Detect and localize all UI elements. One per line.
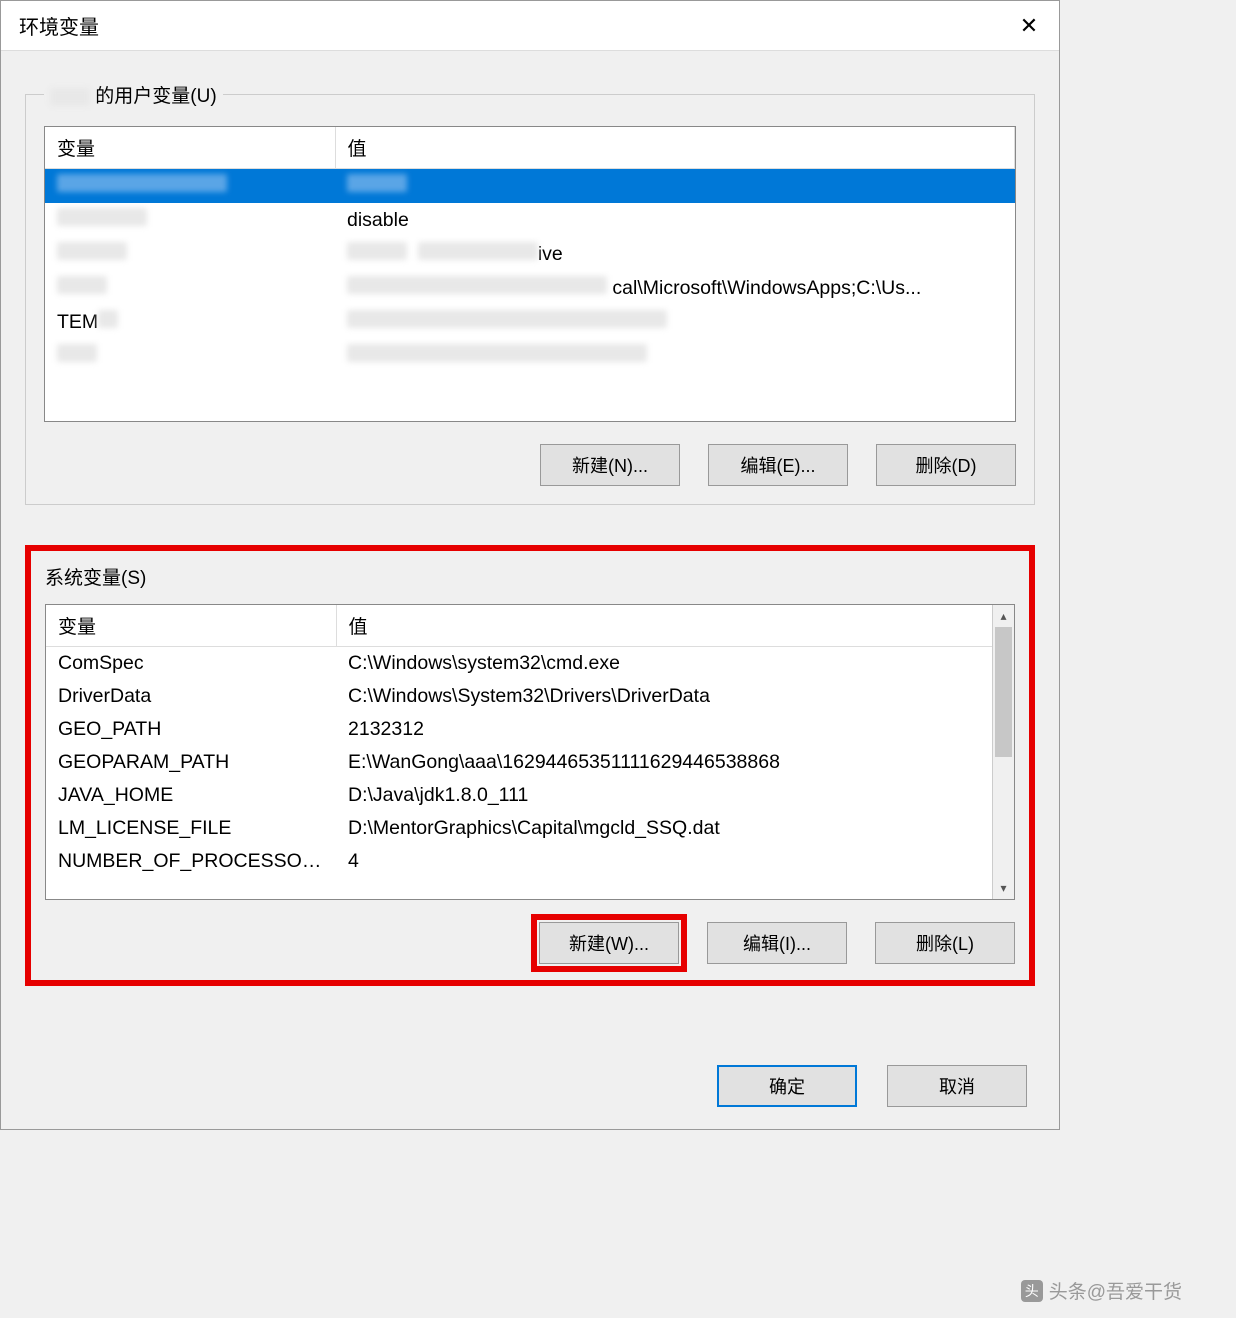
system-vars-table[interactable]: 变量 值 ComSpecC:\Windows\system32\cmd.exeD… (45, 604, 1015, 900)
cell-value: E:\WanGong\aaa\1629446535111162944653886… (336, 746, 1014, 779)
system-edit-button[interactable]: 编辑(I)... (707, 922, 847, 964)
cell-variable: GEOPARAM_PATH (46, 746, 336, 779)
titlebar: 环境变量 ✕ (1, 1, 1059, 51)
table-header-row: 变量 值 (45, 127, 1015, 169)
user-new-button[interactable]: 新建(N)... (540, 444, 680, 486)
table-row[interactable]: LM_LICENSE_FILED:\MentorGraphics\Capital… (46, 812, 1014, 845)
table-row[interactable]: GEOPARAM_PATHE:\WanGong\aaa\162944653511… (46, 746, 1014, 779)
cell-variable: JAVA_HOME (46, 779, 336, 812)
col-value[interactable]: 值 (336, 605, 1014, 647)
cell-value: C:\Windows\system32\cmd.exe (336, 647, 1014, 681)
scroll-up-icon[interactable]: ▴ (993, 605, 1014, 627)
cell-variable: DriverData (46, 680, 336, 713)
close-button[interactable]: ✕ (999, 1, 1059, 51)
table-row[interactable]: ive (45, 237, 1015, 271)
table-row[interactable]: GEO_PATH2132312 (46, 713, 1014, 746)
cell-variable: NUMBER_OF_PROCESSORS (46, 845, 336, 878)
table-header-row: 变量 值 (46, 605, 1014, 647)
cell-variable: LM_LICENSE_FILE (46, 812, 336, 845)
cell-value: 4 (336, 845, 1014, 878)
table-row[interactable]: ComSpecC:\Windows\system32\cmd.exe (46, 647, 1014, 681)
cell-value: D:\Java\jdk1.8.0_111 (336, 779, 1014, 812)
col-variable[interactable]: 变量 (46, 605, 336, 647)
user-delete-button[interactable]: 删除(D) (876, 444, 1016, 486)
table-row[interactable]: NUMBER_OF_PROCESSORS4 (46, 845, 1014, 878)
ok-button[interactable]: 确定 (717, 1065, 857, 1107)
system-new-button[interactable]: 新建(W)... (539, 922, 679, 964)
system-delete-button[interactable]: 删除(L) (875, 922, 1015, 964)
system-vars-group: 系统变量(S) 变量 值 ComSpecC:\Windows\system32\… (25, 545, 1035, 986)
cell-variable: GEO_PATH (46, 713, 336, 746)
watermark-text: 头条@吾爱干货 (1049, 1277, 1182, 1304)
table-row[interactable]: JAVA_HOMED:\Java\jdk1.8.0_111 (46, 779, 1014, 812)
watermark: 头 头条@吾爱干货 (1021, 1277, 1182, 1304)
table-row[interactable] (45, 169, 1015, 204)
system-vars-legend: 系统变量(S) (45, 563, 1015, 590)
close-icon: ✕ (1020, 13, 1038, 39)
user-vars-legend: 的用户变量(U) (44, 81, 223, 108)
table-row[interactable]: DriverDataC:\Windows\System32\Drivers\Dr… (46, 680, 1014, 713)
scroll-thumb[interactable] (995, 627, 1012, 757)
watermark-logo-icon: 头 (1021, 1280, 1043, 1302)
col-value[interactable]: 值 (335, 127, 1015, 169)
cell-variable: ComSpec (46, 647, 336, 681)
table-row[interactable]: disable (45, 203, 1015, 237)
cancel-button[interactable]: 取消 (887, 1065, 1027, 1107)
dialog-footer: 确定 取消 (717, 1065, 1027, 1107)
system-vars-buttons: 新建(W)... 编辑(I)... 删除(L) (45, 922, 1015, 964)
cell-value: 2132312 (336, 713, 1014, 746)
dialog-content: 的用户变量(U) 变量 值 (1, 51, 1059, 1046)
user-vars-buttons: 新建(N)... 编辑(E)... 删除(D) (44, 444, 1016, 486)
user-vars-table[interactable]: 变量 值 disable (44, 126, 1016, 422)
scrollbar[interactable]: ▴ ▾ (992, 605, 1014, 899)
env-vars-dialog: 环境变量 ✕ 的用户变量(U) 变量 值 (0, 0, 1060, 1130)
table-row[interactable]: cal\Microsoft\WindowsApps;C:\Us... (45, 271, 1015, 305)
table-row[interactable]: TEM (45, 305, 1015, 339)
table-row[interactable] (45, 339, 1015, 373)
cell-value: D:\MentorGraphics\Capital\mgcld_SSQ.dat (336, 812, 1014, 845)
user-vars-group: 的用户变量(U) 变量 值 (25, 81, 1035, 505)
cell-value: C:\Windows\System32\Drivers\DriverData (336, 680, 1014, 713)
scroll-down-icon[interactable]: ▾ (993, 877, 1014, 899)
user-edit-button[interactable]: 编辑(E)... (708, 444, 848, 486)
dialog-title: 环境变量 (19, 11, 99, 40)
col-variable[interactable]: 变量 (45, 127, 335, 169)
